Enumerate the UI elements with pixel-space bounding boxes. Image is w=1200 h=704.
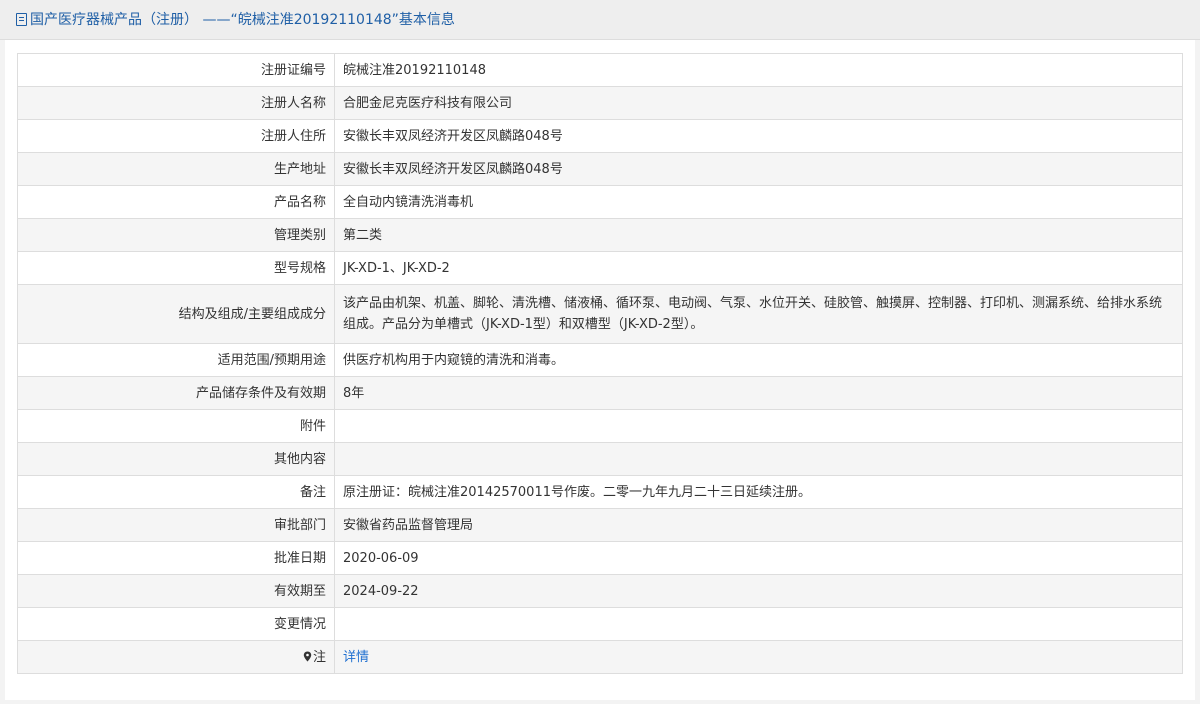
page: 国产医疗器械产品（注册） ——“皖械注准20192110148”基本信息 注册证… (0, 0, 1200, 704)
table-row: 产品储存条件及有效期 8年 (17, 376, 1183, 410)
row-label: 备注 (17, 475, 335, 509)
table-row: 变更情况 (17, 607, 1183, 641)
row-value: 8年 (334, 376, 1183, 410)
row-label: 变更情况 (17, 607, 335, 641)
table-row: 型号规格 JK-XD-1、JK-XD-2 (17, 251, 1183, 285)
row-label: 适用范围/预期用途 (17, 343, 335, 377)
row-value (334, 442, 1183, 476)
row-label: 有效期至 (17, 574, 335, 608)
page-header: 国产医疗器械产品（注册） ——“皖械注准20192110148”基本信息 (0, 0, 1200, 40)
table-row: 其他内容 (17, 442, 1183, 476)
table-row: 注册人住所 安徽长丰双凤经济开发区凤麟路048号 (17, 119, 1183, 153)
row-value: 皖械注准20192110148 (334, 53, 1183, 87)
table-row: 管理类别 第二类 (17, 218, 1183, 252)
map-pin-icon (303, 651, 312, 661)
row-label: 管理类别 (17, 218, 335, 252)
row-label: 注册证编号 (17, 53, 335, 87)
page-title: 国产医疗器械产品（注册） ——“皖械注准20192110148”基本信息 (30, 12, 455, 28)
row-label: 附件 (17, 409, 335, 443)
row-value: 合肥金尼克医疗科技有限公司 (334, 86, 1183, 120)
row-value: 2024-09-22 (334, 574, 1183, 608)
row-value: 供医疗机构用于内窥镜的清洗和消毒。 (334, 343, 1183, 377)
note-label: 注 (17, 640, 335, 674)
row-value (334, 607, 1183, 641)
table-row: 产品名称 全自动内镜清洗消毒机 (17, 185, 1183, 219)
row-value: 安徽省药品监督管理局 (334, 508, 1183, 542)
row-label: 生产地址 (17, 152, 335, 186)
table-row: 注册证编号 皖械注准20192110148 (17, 53, 1183, 87)
table-row: 注 详情 (17, 640, 1183, 674)
info-table: 注册证编号 皖械注准20192110148 注册人名称 合肥金尼克医疗科技有限公… (17, 53, 1183, 674)
row-label: 产品储存条件及有效期 (17, 376, 335, 410)
row-label: 结构及组成/主要组成成分 (17, 284, 335, 344)
row-label: 审批部门 (17, 508, 335, 542)
info-panel: 注册证编号 皖械注准20192110148 注册人名称 合肥金尼克医疗科技有限公… (5, 40, 1195, 700)
row-value: 全自动内镜清洗消毒机 (334, 185, 1183, 219)
row-value (334, 409, 1183, 443)
row-label: 注册人住所 (17, 119, 335, 153)
row-value: 安徽长丰双凤经济开发区凤麟路048号 (334, 152, 1183, 186)
row-value: 原注册证：皖械注准20142570011号作废。二零一九年九月二十三日延续注册。 (334, 475, 1183, 509)
row-value: 详情 (334, 640, 1183, 674)
row-value: 该产品由机架、机盖、脚轮、清洗槽、储液桶、循环泵、电动阀、气泵、水位开关、硅胶管… (334, 284, 1183, 344)
row-value: 安徽长丰双凤经济开发区凤麟路048号 (334, 119, 1183, 153)
document-icon (16, 13, 27, 26)
row-value: 第二类 (334, 218, 1183, 252)
row-value: 2020-06-09 (334, 541, 1183, 575)
table-row: 备注 原注册证：皖械注准20142570011号作废。二零一九年九月二十三日延续… (17, 475, 1183, 509)
table-row: 审批部门 安徽省药品监督管理局 (17, 508, 1183, 542)
row-value: JK-XD-1、JK-XD-2 (334, 251, 1183, 285)
table-row: 有效期至 2024-09-22 (17, 574, 1183, 608)
details-link[interactable]: 详情 (343, 650, 369, 665)
row-label: 产品名称 (17, 185, 335, 219)
note-label-text: 注 (312, 649, 326, 665)
row-label: 其他内容 (17, 442, 335, 476)
table-row: 适用范围/预期用途 供医疗机构用于内窥镜的清洗和消毒。 (17, 343, 1183, 377)
table-row: 注册人名称 合肥金尼克医疗科技有限公司 (17, 86, 1183, 120)
row-label: 批准日期 (17, 541, 335, 575)
table-row: 批准日期 2020-06-09 (17, 541, 1183, 575)
table-row: 生产地址 安徽长丰双凤经济开发区凤麟路048号 (17, 152, 1183, 186)
table-row: 结构及组成/主要组成成分 该产品由机架、机盖、脚轮、清洗槽、储液桶、循环泵、电动… (17, 284, 1183, 344)
row-label: 型号规格 (17, 251, 335, 285)
row-label: 注册人名称 (17, 86, 335, 120)
table-row: 附件 (17, 409, 1183, 443)
